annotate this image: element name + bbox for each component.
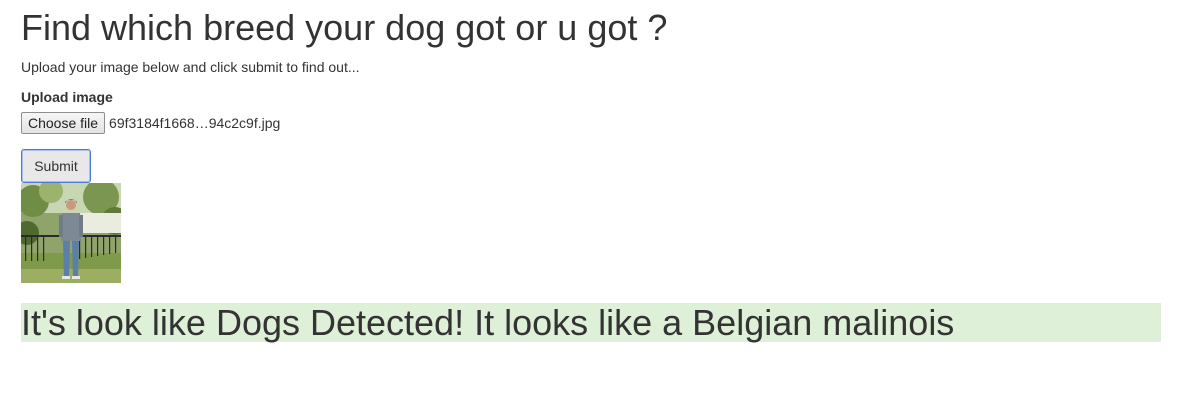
- page-subtitle: Upload your image below and click submit…: [21, 59, 360, 75]
- upload-image-label: Upload image: [21, 89, 113, 105]
- file-input[interactable]: Choose file 69f3184f1668…94c2c9f.jpg: [21, 112, 280, 134]
- selected-file-name: 69f3184f1668…94c2c9f.jpg: [109, 115, 281, 131]
- choose-file-button[interactable]: Choose file: [21, 112, 106, 134]
- uploaded-image-preview: [21, 183, 121, 283]
- result-alert: It's look like Dogs Detected! It looks l…: [21, 303, 1161, 342]
- page-title: Find which breed your dog got or u got ?: [21, 7, 668, 48]
- submit-button[interactable]: Submit: [21, 149, 91, 183]
- result-text: It's look like Dogs Detected! It looks l…: [21, 302, 955, 343]
